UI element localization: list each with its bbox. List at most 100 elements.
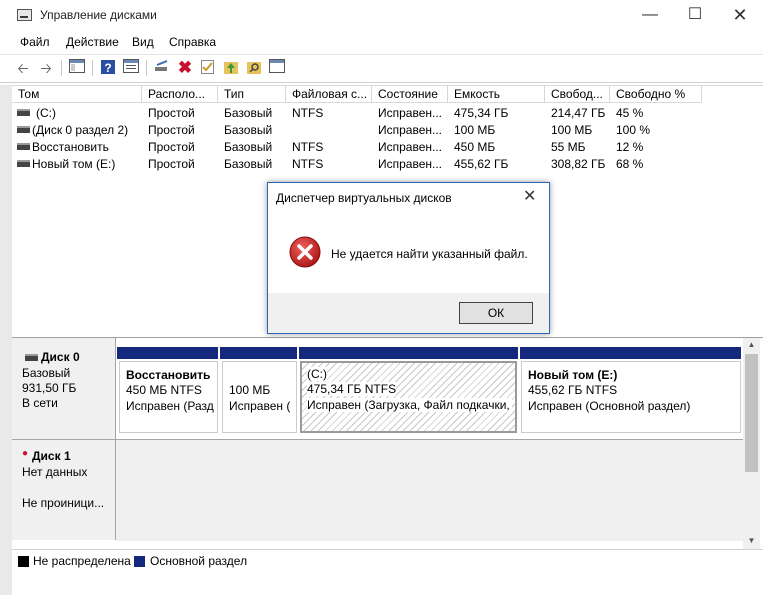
disk-icon: [25, 354, 38, 361]
cell-status: Исправен...: [378, 140, 443, 154]
minimize-icon[interactable]: —: [627, 0, 673, 32]
menu-file[interactable]: Файл: [20, 35, 50, 49]
cell-free: 55 МБ: [551, 140, 586, 154]
scrollbar-thumb[interactable]: [745, 354, 758, 472]
partition-recovery[interactable]: Восстановить 450 МБ NTFS Исправен (Разде: [119, 361, 218, 433]
legend-unallocated-swatch: [18, 556, 29, 567]
menu-help[interactable]: Справка: [169, 35, 216, 49]
column-header-volume[interactable]: Том: [12, 86, 142, 103]
partition-header: [117, 347, 218, 359]
disk-0-status: В сети: [22, 396, 58, 410]
window-title: Управление дисками: [40, 8, 157, 22]
cell-capacity: 475,34 ГБ: [454, 106, 509, 120]
legend-primary-swatch: [134, 556, 145, 567]
window-icon[interactable]: [268, 59, 286, 77]
maximize-icon[interactable]: ☐: [672, 0, 718, 32]
cell-filesystem: NTFS: [292, 140, 324, 154]
cell-filesystem: NTFS: [292, 157, 324, 171]
cell-free: 100 МБ: [551, 123, 593, 137]
console-tree-icon[interactable]: [68, 59, 86, 77]
column-header-capacity[interactable]: Емкость: [448, 86, 545, 103]
cell-type: Базовый: [224, 157, 273, 171]
toolbar: 🡠 🡢 ? ✖: [0, 54, 763, 83]
column-header-type[interactable]: Тип: [218, 86, 286, 103]
back-arrow-icon[interactable]: 🡠: [14, 59, 32, 77]
cell-free-percent: 45 %: [616, 106, 644, 120]
column-header-free-percent[interactable]: Свободно %: [610, 86, 702, 103]
dialog-title: Диспетчер виртуальных дисков: [276, 191, 452, 205]
cell-capacity: 455,62 ГБ: [454, 157, 509, 171]
disk-unavailable-icon: ●: [22, 448, 29, 459]
cell-capacity: 450 МБ: [454, 140, 496, 154]
menu-bar: Файл Действие Вид Справка: [0, 32, 763, 54]
menu-view[interactable]: Вид: [132, 35, 154, 49]
menu-action[interactable]: Действие: [66, 35, 119, 49]
column-header-filesystem[interactable]: Файловая с...: [286, 86, 372, 103]
dialog-close-icon[interactable]: ✕: [523, 186, 536, 206]
cell-volume: Новый том (E:): [32, 157, 116, 171]
partition-name: Восстановить: [126, 368, 211, 382]
column-header-layout[interactable]: Располо...: [142, 86, 218, 103]
close-icon[interactable]: ✕: [717, 0, 763, 32]
cell-free: 308,82 ГБ: [551, 157, 606, 171]
cell-status: Исправен...: [378, 123, 443, 137]
partition-status: Исправен (: [229, 399, 291, 413]
cell-filesystem: NTFS: [292, 106, 324, 120]
disk-1-type: Нет данных: [22, 465, 88, 479]
cell-free-percent: 12 %: [616, 140, 644, 154]
help-icon[interactable]: ?: [99, 59, 117, 77]
column-header-free[interactable]: Свобод...: [545, 86, 610, 103]
cell-layout: Простой: [148, 140, 195, 154]
cell-volume: (C:): [36, 106, 56, 120]
dialog-message: Не удается найти указанный файл.: [331, 247, 528, 261]
cell-free: 214,47 ГБ: [551, 106, 606, 120]
legend-unallocated-label: Не распределена: [33, 554, 131, 568]
error-dialog: Диспетчер виртуальных дисков ✕ Не удаетс…: [267, 182, 550, 334]
disk-0-info[interactable]: Диск 0 Базовый 931,50 ГБ В сети: [12, 338, 116, 439]
scroll-down-icon[interactable]: ▼: [743, 534, 760, 548]
column-header-status[interactable]: Состояние: [372, 86, 448, 103]
connect-icon[interactable]: [153, 59, 171, 77]
partition-status: Исправен (Разде: [126, 399, 214, 413]
partition-status: Исправен (Основной раздел): [528, 399, 691, 413]
cell-status: Исправен...: [378, 106, 443, 120]
delete-icon[interactable]: ✖: [176, 59, 194, 77]
partition-e[interactable]: Новый том (E:) 455,62 ГБ NTFS Исправен (…: [521, 361, 741, 433]
properties-icon[interactable]: [122, 59, 140, 77]
disk-0-name: Диск 0: [41, 350, 80, 364]
partition-c[interactable]: (C:) 475,34 ГБ NTFS Исправен (Загрузка, …: [300, 361, 517, 433]
disk-layout-panel: Диск 0 Базовый 931,50 ГБ В сети Восстано…: [12, 337, 763, 541]
disk-1-status: Не проиници...: [22, 496, 105, 510]
partition-header: [220, 347, 297, 359]
error-icon: [289, 236, 321, 271]
partition-size: 450 МБ NTFS: [126, 383, 202, 397]
search-folder-icon[interactable]: [245, 59, 263, 77]
scroll-up-icon[interactable]: ▲: [743, 338, 760, 352]
cell-capacity: 100 МБ: [454, 123, 496, 137]
cell-layout: Простой: [148, 123, 195, 137]
partition-name: (C:): [307, 367, 327, 381]
partition-size: 475,34 ГБ NTFS: [307, 382, 397, 396]
cell-layout: Простой: [148, 106, 195, 120]
up-folder-icon[interactable]: [222, 59, 240, 77]
partition-status: Исправен (Загрузка, Файл подкачки,: [307, 398, 512, 412]
partition-size: 100 МБ: [229, 383, 271, 397]
disk-1-info[interactable]: ● Диск 1 Нет данных Не проиници...: [12, 439, 116, 540]
cell-free-percent: 68 %: [616, 157, 644, 171]
ok-button[interactable]: ОК: [459, 302, 533, 324]
check-icon[interactable]: [199, 59, 217, 77]
disk-0-size: 931,50 ГБ: [22, 381, 77, 395]
disk-1-area: [116, 439, 743, 541]
partition-name: Новый том (E:): [528, 368, 618, 382]
vertical-scrollbar[interactable]: ▲ ▼: [743, 338, 760, 549]
svg-text:?: ?: [104, 61, 111, 75]
volume-icon: [17, 109, 30, 116]
forward-arrow-icon[interactable]: 🡢: [37, 59, 55, 77]
cell-status: Исправен...: [378, 157, 443, 171]
dialog-footer: ОК: [268, 293, 549, 333]
partition-efi[interactable]: 100 МБ Исправен (: [222, 361, 297, 433]
left-pane-edge: [0, 85, 12, 595]
legend-primary-label: Основной раздел: [150, 554, 248, 568]
partition-header: [520, 347, 741, 359]
cell-volume: (Диск 0 раздел 2): [32, 123, 129, 137]
